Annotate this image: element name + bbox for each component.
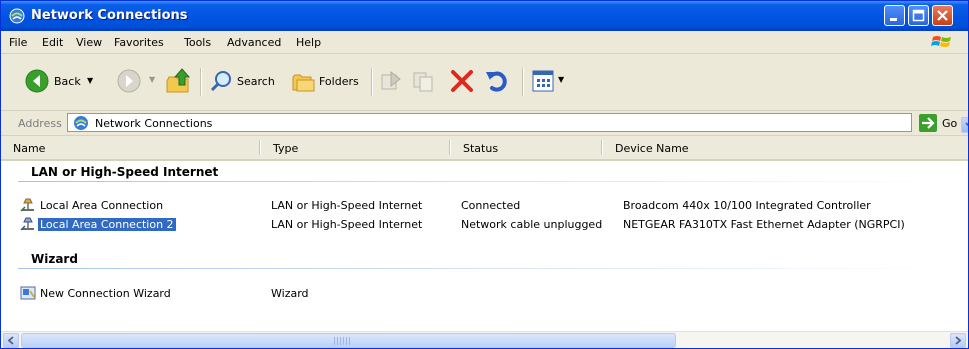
views-dropdown-icon[interactable]: ▼ <box>558 75 564 84</box>
back-button[interactable]: Back ▼ <box>19 67 131 95</box>
connection-name: Local Area Connection 2 <box>38 218 176 231</box>
forward-arrow-icon[interactable] <box>117 69 141 93</box>
group-divider <box>18 268 948 269</box>
lan-connection-icon <box>20 217 34 231</box>
column-status[interactable]: Status <box>451 136 601 159</box>
group-header-wizard: Wizard <box>31 252 78 266</box>
connection-status: Connected <box>461 199 521 212</box>
group-header-lan: LAN or High-Speed Internet <box>31 165 219 179</box>
connection-name: New Connection Wizard <box>40 287 171 300</box>
connection-device: Broadcom 440x 10/100 Integrated Controll… <box>623 199 871 212</box>
address-input[interactable]: Network Connections <box>67 113 968 133</box>
network-connections-icon <box>9 8 25 24</box>
minimize-button[interactable] <box>884 5 905 26</box>
menu-file[interactable]: File <box>9 36 27 49</box>
scroll-right-button[interactable] <box>950 333 966 348</box>
chevron-left-icon <box>7 336 14 345</box>
connection-type: LAN or High-Speed Internet <box>271 199 423 212</box>
minimize-icon <box>890 18 897 21</box>
delete-x-icon[interactable] <box>449 68 475 94</box>
horizontal-scrollbar[interactable] <box>1 331 968 348</box>
column-device-name[interactable]: Device Name <box>603 136 968 159</box>
connection-name: Local Area Connection <box>40 199 164 212</box>
file-list-view: Name Type Status Device Name LAN or High… <box>1 136 968 331</box>
menu-bar: File Edit View Favorites Tools Advanced … <box>1 31 968 54</box>
menu-edit[interactable]: Edit <box>42 36 63 49</box>
search-magnifier-icon <box>210 71 231 92</box>
title-bar[interactable]: Network Connections <box>1 1 968 31</box>
go-arrow-icon[interactable] <box>919 114 937 132</box>
scroll-left-button[interactable] <box>3 333 19 348</box>
back-dropdown-icon[interactable]: ▼ <box>87 76 93 85</box>
undo-icon[interactable] <box>484 68 510 94</box>
maximize-icon <box>912 9 925 22</box>
connection-device: NETGEAR FA310TX Fast Ethernet Adapter (N… <box>623 218 905 231</box>
back-arrow-icon <box>25 69 49 93</box>
list-item[interactable]: Local Area Connection LAN or High-Speed … <box>1 197 968 215</box>
grip-icon <box>334 337 350 345</box>
scroll-thumb[interactable] <box>21 333 676 348</box>
explorer-window: Network Connections File Edit View Favor… <box>0 0 969 349</box>
move-to-icon[interactable] <box>379 69 403 93</box>
folders-label: Folders <box>319 75 359 88</box>
list-item-selected[interactable]: Local Area Connection 2 LAN or High-Spee… <box>1 216 968 234</box>
column-type[interactable]: Type <box>261 136 449 159</box>
chevron-right-icon <box>955 336 962 345</box>
connection-type: Wizard <box>271 287 309 300</box>
list-item[interactable]: New Connection Wizard Wizard <box>1 285 968 303</box>
wizard-icon <box>20 286 36 300</box>
column-name[interactable]: Name <box>1 136 259 159</box>
menu-view[interactable]: View <box>76 36 102 49</box>
window-title: Network Connections <box>31 8 188 23</box>
address-label: Address <box>18 117 62 130</box>
column-header-bar: Name Type Status Device Name <box>1 136 968 161</box>
forward-dropdown-icon[interactable]: ▼ <box>149 75 155 84</box>
connection-type: LAN or High-Speed Internet <box>271 218 423 231</box>
windows-logo-icon <box>931 36 951 47</box>
close-button[interactable] <box>932 5 953 26</box>
search-label: Search <box>237 75 275 88</box>
menu-favorites[interactable]: Favorites <box>114 36 164 49</box>
menu-tools[interactable]: Tools <box>184 36 211 49</box>
toolbar: Back ▼ ▼ Search Folders ▼ <box>1 54 968 111</box>
up-folder-icon[interactable] <box>164 67 192 95</box>
address-bar: Address Network Connections Go <box>1 111 968 136</box>
group-divider <box>18 181 948 182</box>
copy-to-icon[interactable] <box>411 69 435 93</box>
folders-button[interactable]: Folders <box>289 67 369 95</box>
menu-help[interactable]: Help <box>296 36 321 49</box>
chevron-down-icon <box>965 122 968 127</box>
lan-connection-icon <box>20 198 34 212</box>
maximize-button[interactable] <box>908 5 929 26</box>
connection-status: Network cable unplugged <box>461 218 603 231</box>
close-icon <box>937 10 948 21</box>
address-dropdown-button[interactable] <box>961 117 968 133</box>
back-label: Back <box>54 75 81 88</box>
search-button[interactable]: Search <box>205 67 289 95</box>
go-button-label[interactable]: Go <box>942 117 957 130</box>
views-icon[interactable] <box>531 69 555 93</box>
menu-advanced[interactable]: Advanced <box>227 36 281 49</box>
address-value: Network Connections <box>95 117 213 130</box>
network-connections-icon <box>74 116 88 130</box>
folders-icon <box>292 74 315 92</box>
